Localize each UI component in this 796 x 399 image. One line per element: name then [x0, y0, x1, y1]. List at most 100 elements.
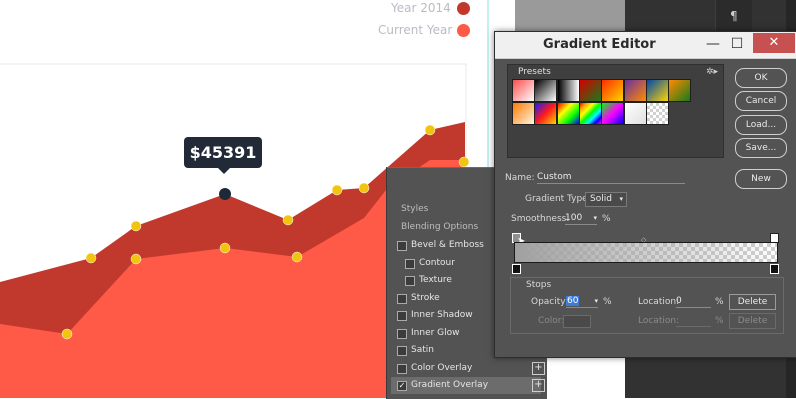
- highlighted-data-point[interactable]: [219, 188, 231, 200]
- maximize-icon[interactable]: ☐: [727, 34, 747, 54]
- gradient-preset-swatch[interactable]: [623, 79, 647, 102]
- location-label: Location:: [638, 297, 680, 307]
- style-item-label: Gradient Overlay: [411, 380, 489, 390]
- gradient-type-label: Gradient Type:: [525, 194, 591, 204]
- close-icon[interactable]: ✕: [753, 33, 795, 53]
- legend-label-current: Current Year: [378, 23, 453, 37]
- style-item-color-overlay[interactable]: Color Overlay +: [391, 360, 545, 377]
- styles-label: Styles: [401, 204, 429, 214]
- style-item-label: Contour: [419, 257, 455, 268]
- smoothness-label: Smoothness:: [511, 214, 570, 224]
- legend-label-2014: Year 2014: [391, 1, 451, 15]
- opacity-value: 60: [566, 296, 580, 306]
- color-swatch: [563, 315, 591, 328]
- style-item-label: Inner Shadow: [411, 310, 473, 320]
- location-field[interactable]: 0: [676, 295, 711, 308]
- location-percent: %: [715, 297, 724, 307]
- checkbox[interactable]: [405, 258, 415, 269]
- save-button[interactable]: Save...: [735, 138, 787, 158]
- gradient-type-select[interactable]: Solid ▾: [585, 192, 627, 207]
- legend-dot-current: [457, 24, 470, 37]
- delete-color-button: Delete: [729, 313, 776, 329]
- name-label: Name:: [505, 173, 535, 183]
- paragraph-icon[interactable]: ¶: [730, 9, 738, 23]
- gradient-preset-swatch[interactable]: [645, 79, 669, 102]
- style-item-label: Bevel & Emboss: [411, 240, 484, 250]
- checkbox[interactable]: [405, 276, 415, 286]
- gradient-preset-swatch[interactable]: [556, 102, 580, 125]
- color-location-percent: %: [715, 316, 724, 326]
- chevron-down-icon: ▾: [594, 297, 598, 305]
- chevron-down-icon: ▾: [593, 214, 597, 222]
- style-item-label: Satin: [411, 345, 434, 355]
- style-item-label: Texture: [419, 275, 452, 285]
- data-point[interactable]: [130, 220, 142, 232]
- add-icon[interactable]: +: [532, 361, 545, 375]
- data-point[interactable]: [358, 182, 370, 194]
- smoothness-percent: %: [602, 214, 611, 224]
- stops-group: Stops Opacity: 60 ▾ % Location: 0 % Dele…: [510, 277, 784, 334]
- data-point[interactable]: [130, 253, 142, 265]
- legend-dot-2014: [457, 2, 470, 15]
- opacity-percent: %: [603, 297, 612, 307]
- style-item-label: Color Overlay: [411, 362, 473, 373]
- color-stop-left[interactable]: [512, 264, 521, 274]
- checkbox[interactable]: [397, 293, 407, 304]
- name-field[interactable]: Custom: [537, 171, 685, 184]
- smoothness-value: 100: [565, 213, 583, 223]
- checkbox[interactable]: [397, 346, 407, 356]
- checkbox[interactable]: ✓: [397, 381, 407, 391]
- gradient-type-value: Solid: [590, 194, 612, 204]
- gradient-preset-swatch[interactable]: [601, 102, 625, 125]
- add-icon[interactable]: +: [532, 379, 545, 392]
- data-point[interactable]: [458, 156, 470, 168]
- value-tooltip: $45391: [184, 137, 262, 174]
- gradient-preview-bar[interactable]: [514, 242, 778, 263]
- stops-label: Stops: [526, 280, 552, 290]
- checkbox[interactable]: [397, 311, 407, 321]
- gradient-preset-swatch[interactable]: [512, 102, 535, 125]
- gradient-preset-swatch[interactable]: [668, 79, 692, 102]
- gear-icon[interactable]: ✲▸: [706, 67, 718, 77]
- checkbox[interactable]: [397, 363, 407, 374]
- checkbox[interactable]: [397, 328, 407, 339]
- load-button[interactable]: Load...: [735, 115, 787, 135]
- color-stop-right[interactable]: [770, 264, 779, 274]
- dialog-title: Gradient Editor: [543, 37, 656, 52]
- gradient-preset-swatch[interactable]: [578, 79, 602, 102]
- presets-label: Presets: [518, 67, 551, 77]
- data-point[interactable]: [291, 251, 303, 263]
- ok-button[interactable]: OK: [735, 68, 787, 88]
- color-location-label: Location:: [638, 316, 680, 326]
- color-location-field: [676, 314, 711, 327]
- minimize-icon[interactable]: —: [703, 34, 723, 54]
- blending-options-label: Blending Options: [401, 222, 479, 232]
- data-point[interactable]: [85, 252, 97, 264]
- cancel-button[interactable]: Cancel: [735, 91, 787, 111]
- data-point[interactable]: [331, 184, 343, 196]
- chevron-down-icon: ▾: [619, 195, 623, 203]
- gradient-preset-swatch[interactable]: [578, 102, 602, 125]
- opacity-label: Opacity:: [531, 297, 568, 307]
- gradient-preset-swatch[interactable]: [534, 79, 558, 102]
- title-bar: Gradient Editor — ☐ ✕: [495, 32, 796, 59]
- delete-opacity-button[interactable]: Delete: [729, 294, 776, 310]
- smoothness-field[interactable]: 100 ▾: [565, 212, 597, 225]
- gradient-editor-dialog: Gradient Editor — ☐ ✕ Presets ✲▸ OK Canc…: [494, 31, 796, 358]
- gradient-preset-swatch[interactable]: [534, 102, 558, 125]
- style-item-gradient-overlay[interactable]: ✓ Gradient Overlay +: [391, 377, 545, 394]
- data-point[interactable]: [424, 124, 436, 136]
- style-item-label: Inner Glow: [411, 327, 460, 338]
- gradient-preset-swatch[interactable]: [601, 79, 625, 102]
- checkbox[interactable]: [397, 241, 407, 251]
- data-point[interactable]: [61, 328, 73, 340]
- gradient-preset-swatch[interactable]: [556, 79, 580, 102]
- opacity-field[interactable]: 60 ▾: [566, 295, 598, 308]
- data-point[interactable]: [219, 242, 231, 254]
- gradient-preset-swatch[interactable]: [623, 102, 647, 125]
- gradient-preset-swatch[interactable]: [645, 102, 669, 125]
- color-label: Color:: [538, 316, 565, 326]
- new-button[interactable]: New: [735, 169, 787, 189]
- gradient-preset-swatch[interactable]: [512, 79, 535, 102]
- data-point[interactable]: [282, 214, 294, 226]
